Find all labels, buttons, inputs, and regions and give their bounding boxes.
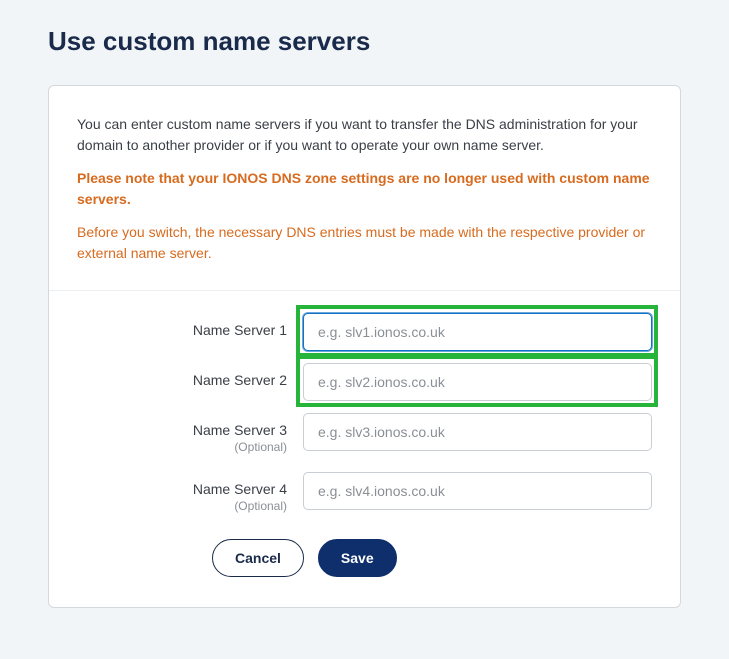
save-button[interactable]: Save	[318, 539, 397, 577]
nameserver-input-4[interactable]	[303, 472, 652, 510]
optional-label-4: (Optional)	[77, 499, 287, 515]
optional-label-3: (Optional)	[77, 440, 287, 456]
settings-card: You can enter custom name servers if you…	[48, 85, 681, 608]
nameserver-label-3: Name Server 3	[193, 422, 287, 438]
nameserver-input-3[interactable]	[303, 413, 652, 451]
form-actions: Cancel Save	[212, 539, 652, 577]
nameserver-label-block-3: Name Server 3 (Optional)	[77, 413, 303, 456]
page-title: Use custom name servers	[48, 26, 681, 57]
intro-text: You can enter custom name servers if you…	[77, 114, 652, 156]
cancel-button[interactable]: Cancel	[212, 539, 304, 577]
nameserver-row-1: Name Server 1	[77, 313, 652, 351]
intro-warning: Please note that your IONOS DNS zone set…	[77, 168, 652, 210]
nameserver-form: Name Server 1 Name Server 2 Name Server …	[49, 291, 680, 607]
nameserver-label-4: Name Server 4	[193, 481, 287, 497]
nameserver-label-2: Name Server 2	[77, 363, 303, 389]
nameserver-label-block-4: Name Server 4 (Optional)	[77, 472, 303, 515]
nameserver-row-2: Name Server 2	[77, 363, 652, 401]
nameserver-label-1: Name Server 1	[77, 313, 303, 339]
intro-section: You can enter custom name servers if you…	[49, 86, 680, 291]
intro-note: Before you switch, the necessary DNS ent…	[77, 222, 652, 264]
nameserver-input-1[interactable]	[303, 313, 652, 351]
nameserver-row-4: Name Server 4 (Optional)	[77, 472, 652, 515]
nameserver-row-3: Name Server 3 (Optional)	[77, 413, 652, 456]
nameserver-input-2[interactable]	[303, 363, 652, 401]
